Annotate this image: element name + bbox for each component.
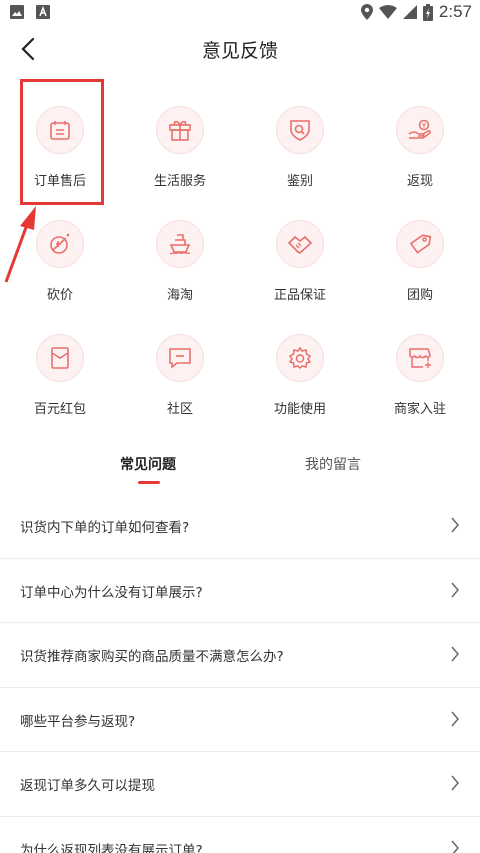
gift-icon [169,120,191,141]
gear-icon [288,346,312,370]
category-label: 团购 [406,288,433,303]
annotation-arrow [4,206,36,283]
category-icon-circle [276,106,324,154]
highlight-annotation-box [20,79,104,205]
cell-signal-icon [402,5,417,19]
faq-question: 为什么返现列表没有展示订单? [20,842,203,853]
category-label: 生活服务 [153,174,206,189]
tag-icon [409,234,432,254]
category-community[interactable]: 社区 [120,318,240,428]
category-icon-circle [396,334,444,382]
font-notification-icon [36,5,50,19]
faq-question: 订单中心为什么没有订单展示? [20,584,203,601]
category-authentic-guarantee[interactable]: 正品保证 [240,204,360,314]
location-icon [360,4,373,20]
faq-item[interactable]: 哪些平台参与返现? [0,688,480,752]
faq-question: 识货推荐商家购买的商品质量不满意怎么办? [20,649,284,665]
category-authentication[interactable]: 鉴别 [240,90,360,200]
category-label: 海淘 [166,288,193,303]
category-icon-circle [396,106,444,154]
status-bar: 2:57 [0,0,480,26]
category-label: 功能使用 [273,402,326,417]
category-merchant-join[interactable]: 商家入驻 [360,318,480,428]
bargain-icon [50,233,70,254]
category-life-service[interactable]: 生活服务 [120,90,240,200]
category-label: 社区 [166,402,193,417]
chevron-right-icon [451,517,459,533]
category-label: 鉴别 [286,174,313,189]
hand-coin-icon [408,119,431,139]
tab-common-questions[interactable]: 常见问题 [120,454,176,474]
category-icon-circle [156,334,204,382]
faq-question: 哪些平台参与返现? [20,713,136,730]
category-red-envelope[interactable]: 百元红包 [0,318,120,428]
battery-icon [422,3,433,21]
faq-item[interactable]: 为什么返现列表没有展示订单? [0,817,480,853]
chat-icon [169,348,191,369]
faq-tabs: 常见问题 我的留言 [0,448,480,488]
chevron-right-icon [451,646,459,662]
chevron-right-icon [451,775,459,791]
faq-item[interactable]: 订单中心为什么没有订单展示? [0,559,480,623]
faq-question: 返现订单多久可以提现 [20,778,155,794]
category-icon-circle [276,334,324,382]
handshake-icon [287,235,313,254]
faq-question: 识货内下单的订单如何查看? [20,520,190,536]
category-icon-circle [156,220,204,268]
page-title: 意见反馈 [201,40,278,62]
faq-list: 识货内下单的订单如何查看? 订单中心为什么没有订单展示? 识货推荐商家购买的商品… [0,494,480,853]
status-time: 2:57 [438,2,472,21]
store-icon [409,348,431,368]
wifi-icon [378,5,397,19]
category-overseas[interactable]: 海淘 [120,204,240,314]
category-cashback[interactable]: 返现 [360,90,480,200]
category-icon-circle [36,334,84,382]
image-notification-icon [10,5,24,19]
red-envelope-icon [51,347,69,369]
ship-icon [169,234,191,255]
chevron-right-icon [451,711,459,726]
faq-item[interactable]: 识货内下单的订单如何查看? [0,494,480,559]
chevron-right-icon [451,582,459,597]
category-feature-usage[interactable]: 功能使用 [240,318,360,428]
nav-header: 意见反馈 [0,26,480,72]
tab-my-messages[interactable]: 我的留言 [305,454,361,474]
category-label: 正品保证 [273,288,326,303]
chevron-right-icon [451,840,459,853]
category-label: 商家入驻 [393,402,446,417]
category-icon-circle [276,220,324,268]
active-tab-indicator [138,481,160,484]
shield-search-icon [290,120,310,141]
category-icon-circle [156,106,204,154]
category-icon-circle [396,220,444,268]
faq-item[interactable]: 识货推荐商家购买的商品质量不满意怎么办? [0,623,480,688]
faq-item[interactable]: 返现订单多久可以提现 [0,752,480,817]
category-group-buy[interactable]: 团购 [360,204,480,314]
category-label: 返现 [406,174,433,189]
category-label: 百元红包 [33,402,86,417]
